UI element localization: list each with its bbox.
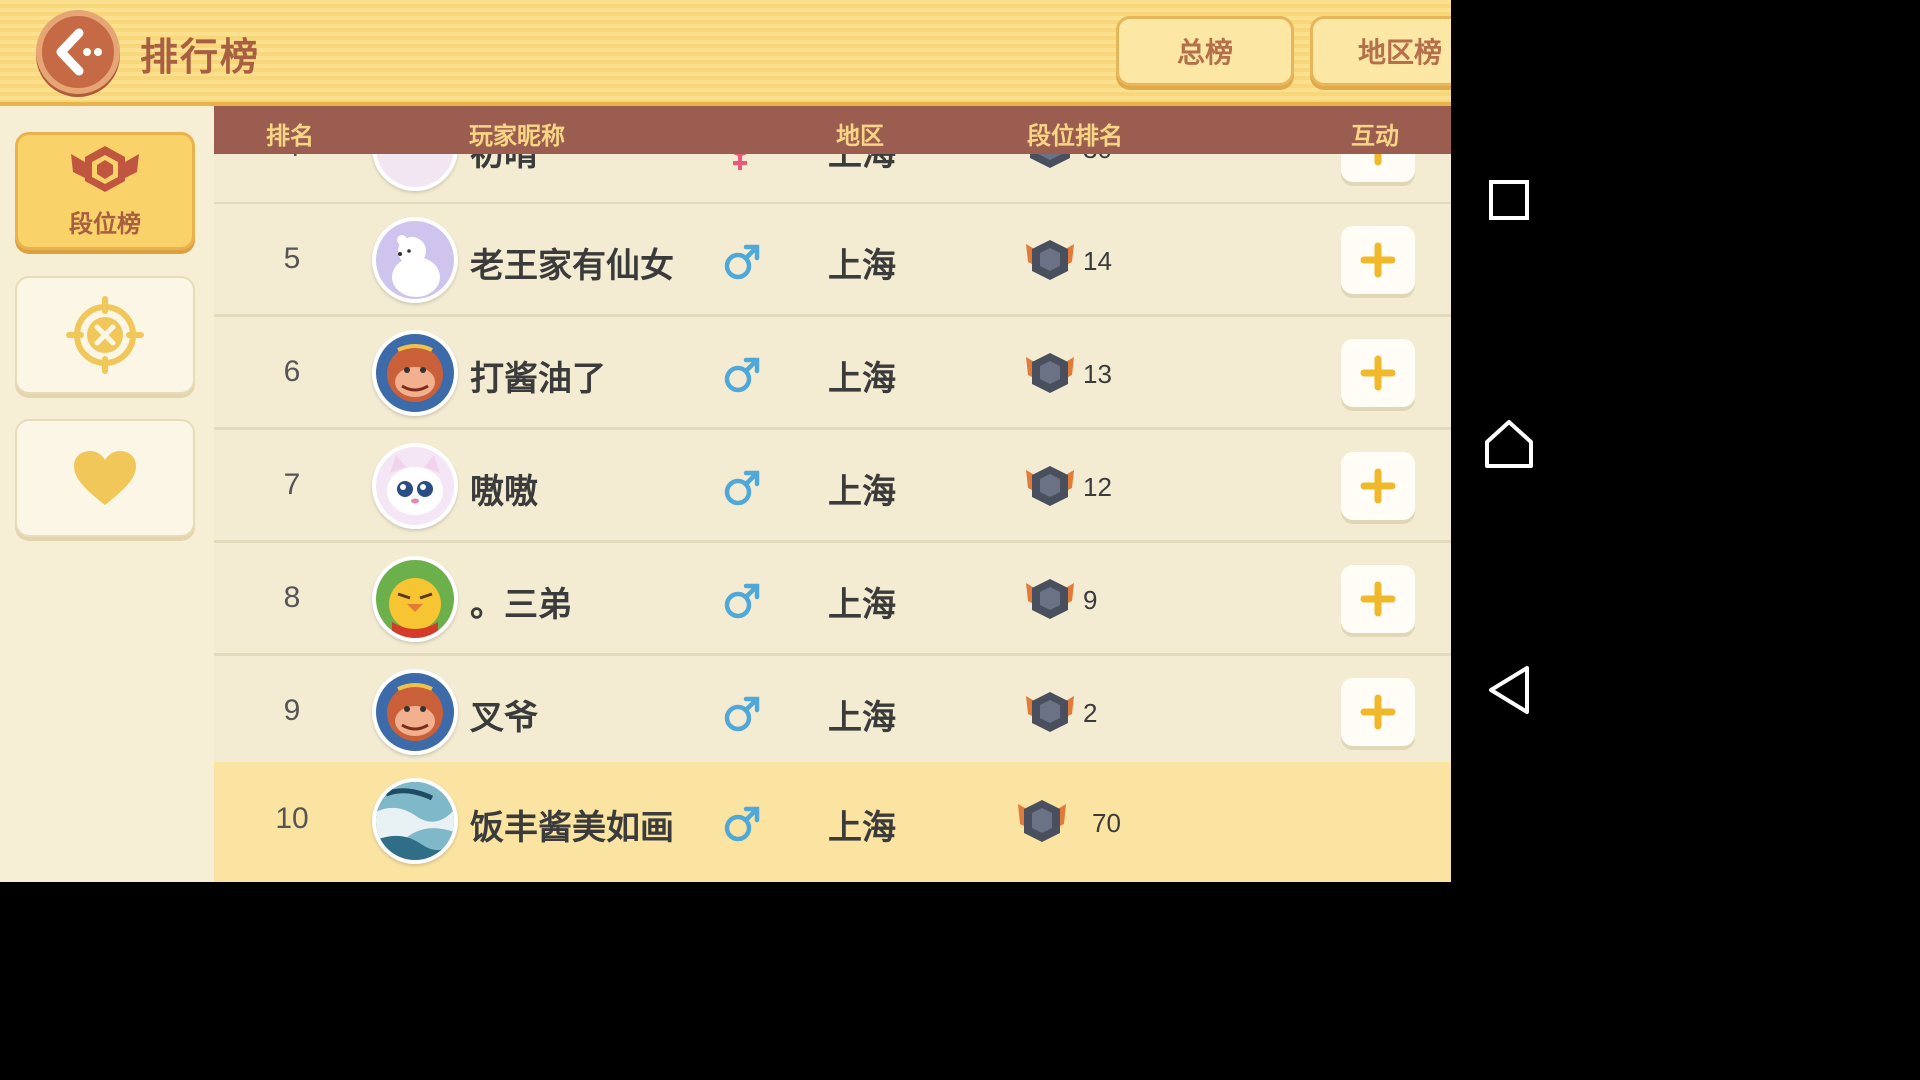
avatar bbox=[372, 443, 458, 529]
avatar bbox=[372, 330, 458, 416]
rank-badge-icon bbox=[71, 145, 139, 192]
male-icon bbox=[724, 696, 760, 732]
back-arrow-icon bbox=[56, 28, 102, 76]
recent-apps-button[interactable] bbox=[1479, 170, 1539, 230]
home-icon bbox=[1485, 420, 1533, 468]
avatar bbox=[372, 778, 458, 864]
tier-rank-value: 2 bbox=[1083, 698, 1098, 728]
monkey-avatar-icon bbox=[387, 683, 443, 741]
male-icon bbox=[724, 583, 760, 619]
rank-number: 5 bbox=[283, 242, 301, 275]
my-rank-row: 10 饭丰酱美如画 上海 70 bbox=[214, 762, 1451, 882]
sidebar-item-tier-ranking[interactable]: 段位榜 bbox=[15, 132, 195, 250]
avatar bbox=[372, 556, 458, 642]
table-row[interactable]: 7 嗷嗷 上海 12 bbox=[214, 430, 1451, 543]
table-header: 排名 玩家昵称 地区 段位排名 互动 bbox=[214, 106, 1451, 154]
sidebar: 段位榜 bbox=[0, 106, 212, 882]
tier-rank-value: 13 bbox=[1083, 359, 1112, 389]
sidebar-item-battle[interactable] bbox=[15, 276, 195, 394]
player-region: 上海 bbox=[828, 472, 896, 512]
tier-rank-value: 70 bbox=[1092, 808, 1121, 838]
player-nickname: 打酱油了 bbox=[470, 359, 606, 399]
tier-badge-icon bbox=[1026, 692, 1074, 732]
photo-avatar-icon bbox=[376, 782, 454, 860]
male-icon bbox=[724, 357, 760, 393]
tier-rank-value: 14 bbox=[1083, 246, 1112, 276]
rank-number: 6 bbox=[283, 355, 301, 388]
monkey-avatar-icon bbox=[387, 344, 443, 402]
player-nickname: 叉爷 bbox=[470, 698, 538, 738]
player-nickname: 老王家有仙女 bbox=[470, 246, 674, 286]
avatar bbox=[372, 669, 458, 755]
plus-icon bbox=[1360, 355, 1396, 391]
player-nickname: 。三弟 bbox=[470, 585, 572, 625]
player-region: 上海 bbox=[828, 246, 896, 286]
tab-region-leaderboard[interactable]: 地区榜 bbox=[1310, 16, 1451, 86]
avatar bbox=[372, 217, 458, 303]
player-region: 上海 bbox=[828, 698, 896, 738]
plus-icon bbox=[1360, 242, 1396, 278]
player-nickname: 饭丰酱美如画 bbox=[470, 808, 674, 848]
add-friend-button[interactable] bbox=[1341, 339, 1415, 407]
column-header-nickname: 玩家昵称 bbox=[469, 122, 565, 150]
app-window: 排行榜 总榜 地区榜 段位榜 排名 玩家昵称 地区 段位排名 互动 初晴 上海 … bbox=[0, 0, 1451, 882]
sidebar-item-favorites[interactable] bbox=[15, 419, 195, 537]
white-cat-avatar-icon bbox=[387, 455, 443, 515]
add-friend-button[interactable] bbox=[1341, 565, 1415, 633]
add-friend-button[interactable] bbox=[1341, 226, 1415, 294]
rank-number: 10 bbox=[275, 802, 309, 835]
column-header-interact: 互动 bbox=[1351, 122, 1399, 150]
leaderboard-table[interactable]: 排名 玩家昵称 地区 段位排名 互动 4 初晴 上海 30 bbox=[214, 106, 1451, 882]
column-header-region: 地区 bbox=[836, 122, 884, 150]
player-region: 上海 bbox=[828, 585, 896, 625]
page-title: 排行榜 bbox=[140, 35, 261, 79]
chick-avatar-icon bbox=[389, 578, 441, 638]
tier-badge-icon bbox=[1026, 353, 1074, 393]
tier-badge-icon bbox=[1026, 240, 1074, 280]
column-header-rank: 排名 bbox=[266, 122, 314, 150]
column-header-tier-rank: 段位排名 bbox=[1027, 122, 1123, 150]
player-region: 上海 bbox=[828, 808, 896, 848]
polar-bear-avatar-icon bbox=[392, 235, 440, 297]
triangle-back-icon bbox=[1489, 666, 1529, 714]
top-bar: 排行榜 总榜 地区榜 bbox=[0, 0, 1451, 106]
table-row[interactable]: 8 。三弟 上海 9 bbox=[214, 543, 1451, 656]
back-nav-button[interactable] bbox=[1479, 660, 1539, 720]
tab-total-leaderboard[interactable]: 总榜 bbox=[1116, 16, 1294, 86]
male-icon bbox=[724, 470, 760, 506]
player-nickname: 嗷嗷 bbox=[470, 472, 538, 512]
heart-icon bbox=[74, 451, 136, 505]
back-button[interactable] bbox=[36, 10, 120, 94]
target-cross-icon bbox=[66, 296, 144, 374]
tier-badge-icon bbox=[1026, 579, 1074, 619]
male-icon bbox=[724, 806, 760, 842]
table-row[interactable]: 9 叉爷 上海 2 bbox=[214, 656, 1451, 769]
sidebar-item-label: 段位榜 bbox=[69, 209, 141, 238]
male-icon bbox=[724, 244, 760, 280]
square-icon bbox=[1489, 180, 1529, 220]
tier-badge-icon bbox=[1018, 800, 1066, 842]
rank-number: 7 bbox=[283, 468, 301, 501]
home-button[interactable] bbox=[1479, 414, 1539, 474]
tier-rank-value: 9 bbox=[1083, 585, 1098, 615]
table-row[interactable]: 5 老王家有仙女 上海 14 bbox=[214, 204, 1451, 317]
player-region: 上海 bbox=[828, 359, 896, 399]
plus-icon bbox=[1360, 468, 1396, 504]
plus-icon bbox=[1360, 694, 1396, 730]
table-row[interactable]: 6 打酱油了 上海 13 bbox=[214, 317, 1451, 430]
add-friend-button[interactable] bbox=[1341, 452, 1415, 520]
tier-badge-icon bbox=[1026, 466, 1074, 506]
system-nav-bar bbox=[1451, 0, 1568, 882]
rank-number: 8 bbox=[283, 581, 301, 614]
rank-number: 9 bbox=[283, 694, 301, 727]
tier-rank-value: 12 bbox=[1083, 472, 1112, 502]
add-friend-button[interactable] bbox=[1341, 678, 1415, 746]
plus-icon bbox=[1360, 581, 1396, 617]
